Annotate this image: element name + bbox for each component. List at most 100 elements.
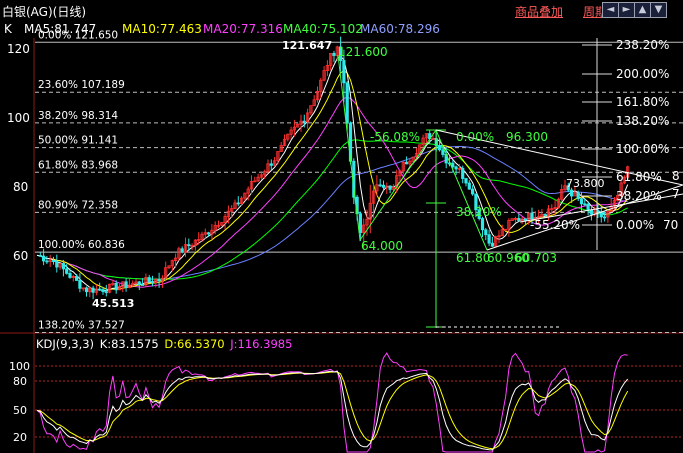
- candle-body[interactable]: [38, 255, 42, 257]
- candle-body[interactable]: [603, 216, 607, 219]
- candle-body[interactable]: [157, 279, 161, 282]
- price-73-label: 73.800: [566, 177, 605, 190]
- fib-ladder-label: 238.20%: [616, 38, 669, 52]
- price-chart[interactable]: 0.00% 121.650 23.60% 107.189 38.20% 98.314…: [0, 0, 683, 453]
- candle-body[interactable]: [461, 167, 465, 179]
- y-tick-80: 80: [13, 180, 28, 194]
- candle-body[interactable]: [586, 203, 590, 211]
- candle-body[interactable]: [345, 82, 349, 124]
- candle-body[interactable]: [579, 198, 584, 205]
- candle-body[interactable]: [332, 52, 336, 56]
- candle-body[interactable]: [42, 255, 46, 262]
- drawing-layer: 238.20% 200.00% 161.80% 138.20% 100.00% 61.80…: [337, 38, 683, 328]
- candle-body[interactable]: [378, 184, 382, 187]
- candle-body[interactable]: [589, 209, 594, 215]
- fib-label: 0.00% 121.650: [38, 29, 118, 41]
- candle-body[interactable]: [150, 281, 155, 284]
- candle-body[interactable]: [464, 178, 468, 184]
- candle-body[interactable]: [206, 232, 211, 235]
- candle-body[interactable]: [487, 234, 491, 244]
- candle-body[interactable]: [124, 281, 128, 288]
- candle-body[interactable]: [114, 282, 118, 291]
- price-96-label: 96.300: [506, 130, 548, 144]
- candle-body[interactable]: [599, 211, 603, 218]
- fib-label: 50.00% 91.141: [38, 135, 118, 147]
- candle-body[interactable]: [137, 281, 141, 285]
- price-64-label: 64.000: [361, 239, 403, 253]
- fib-ladder-label: 200.00%: [616, 67, 669, 81]
- candle-body[interactable]: [576, 192, 580, 200]
- y-tick-60: 60: [13, 249, 28, 263]
- pct-618-label: 61.80: [456, 251, 490, 265]
- fib-ladder-label: 38.20%: [616, 189, 662, 203]
- right-extra-label: 7: [672, 187, 680, 201]
- candle-body[interactable]: [91, 287, 95, 293]
- zero-pct-label: 0.00%: [456, 130, 494, 144]
- right-extra-label: 8: [672, 169, 680, 183]
- fib-label: 38.20% 98.314: [38, 110, 118, 122]
- candle-body[interactable]: [441, 149, 445, 155]
- candle-body[interactable]: [75, 276, 79, 281]
- price-60b-label: 60.703: [515, 251, 557, 265]
- candle-body[interactable]: [381, 184, 386, 188]
- candle-body[interactable]: [467, 182, 471, 190]
- y-tick-100: 100: [7, 111, 30, 125]
- kdj-tick-80: 80: [13, 375, 27, 388]
- right-extra-label: 70: [663, 218, 678, 232]
- high-label: 121.647: [282, 39, 332, 52]
- candle-body[interactable]: [180, 248, 184, 253]
- candle-body[interactable]: [583, 203, 587, 206]
- candle-body[interactable]: [570, 189, 574, 197]
- candle-body[interactable]: [388, 185, 392, 190]
- candle-body[interactable]: [342, 60, 346, 84]
- candle-body[interactable]: [98, 288, 102, 291]
- candle-body[interactable]: [437, 145, 442, 151]
- candle-body[interactable]: [454, 166, 458, 170]
- fib-ladder-label: 138.20%: [616, 114, 669, 128]
- candle-body[interactable]: [104, 291, 108, 294]
- candle-body[interactable]: [236, 202, 240, 205]
- candle-body[interactable]: [490, 242, 495, 247]
- fib-label: 23.60% 107.189: [38, 79, 125, 91]
- fib-label: 80.90% 72.358: [38, 199, 118, 211]
- candle-body[interactable]: [302, 120, 306, 123]
- candle-body[interactable]: [358, 213, 363, 233]
- candle-body[interactable]: [101, 289, 105, 293]
- fib-label: 138.20% 37.527: [38, 320, 125, 332]
- fib-ladder-label: 0.00%: [616, 218, 654, 232]
- fib-label: 61.80% 83.968: [38, 159, 118, 171]
- fib-ladder-label: 161.80%: [616, 95, 669, 109]
- candle-body[interactable]: [84, 287, 89, 293]
- candle-body[interactable]: [523, 218, 528, 221]
- candle-body[interactable]: [543, 213, 547, 216]
- high2-label: 121.600: [338, 45, 388, 59]
- candle-body[interactable]: [61, 263, 66, 270]
- candle-body[interactable]: [517, 218, 521, 222]
- y-tick-120: 120: [7, 42, 30, 56]
- pct-38-label: 38.20%: [456, 205, 502, 219]
- candle-body[interactable]: [187, 244, 191, 247]
- candle-body[interactable]: [65, 268, 69, 274]
- pct-neg55-label: -55.20%: [530, 218, 580, 232]
- kdj-tick-100: 100: [9, 360, 30, 373]
- kdj-tick-20: 20: [13, 431, 27, 444]
- candle-body[interactable]: [55, 260, 59, 268]
- candle-body[interactable]: [147, 277, 151, 282]
- drop-pct-label: -56.08%: [370, 130, 420, 144]
- candle-body[interactable]: [269, 163, 273, 166]
- candle-body[interactable]: [78, 280, 82, 289]
- candle-body[interactable]: [484, 229, 488, 236]
- candle-body[interactable]: [470, 188, 475, 195]
- candle-body[interactable]: [404, 161, 409, 165]
- fib-label: 100.00% 60.836: [38, 239, 125, 251]
- candle-body[interactable]: [480, 218, 485, 231]
- candle-body[interactable]: [140, 284, 145, 286]
- candle-body[interactable]: [51, 260, 56, 263]
- low-label: 45.513: [92, 297, 134, 310]
- grid-layer: [35, 365, 683, 438]
- kdj-k-line: [36, 370, 629, 451]
- kdj-tick-50: 50: [13, 404, 27, 417]
- candle-body[interactable]: [45, 260, 49, 263]
- candle-body[interactable]: [68, 273, 72, 278]
- fib-ladder-label: 100.00%: [616, 142, 669, 156]
